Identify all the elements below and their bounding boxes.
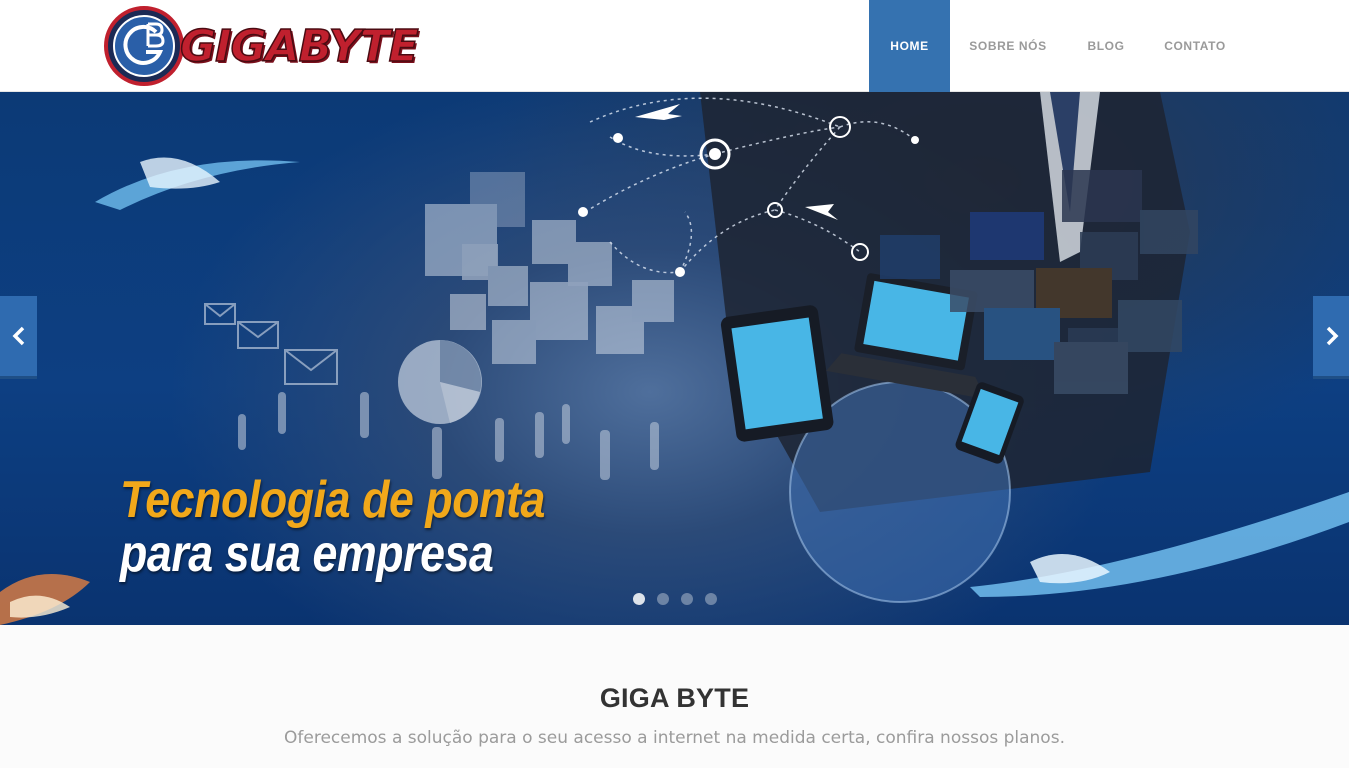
hero-slider: Tecnologia de ponta para sua empresa (0, 92, 1349, 625)
chevron-left-icon (12, 326, 24, 346)
logo-badge-icon: GB (104, 6, 184, 86)
slider-pagination (633, 593, 717, 605)
main-nav: HOME SOBRE NÓS BLOG CONTATO (869, 0, 1244, 92)
hero-tagline-line1: Tecnologia de ponta (120, 471, 545, 529)
hero-tagline-line2: para sua empresa (120, 525, 494, 583)
section-description: Oferecemos a solução para o seu acesso a… (284, 728, 1065, 748)
nav-item-sobre-nos[interactable]: SOBRE NÓS (950, 0, 1066, 92)
site-header: GB GIGABYTE HOME SOBRE NÓS BLOG CONTATO (0, 0, 1349, 92)
slider-dot-4[interactable] (705, 593, 717, 605)
nav-item-home[interactable]: HOME (869, 0, 950, 92)
logo-wordmark: GIGABYTE (179, 20, 419, 73)
slider-prev-button[interactable] (0, 296, 37, 379)
nav-item-contato[interactable]: CONTATO (1146, 0, 1244, 92)
slider-next-button[interactable] (1313, 296, 1349, 379)
slider-dot-3[interactable] (681, 593, 693, 605)
slider-dot-2[interactable] (657, 593, 669, 605)
site-logo[interactable]: GB GIGABYTE (104, 4, 424, 88)
nav-item-blog[interactable]: BLOG (1066, 0, 1146, 92)
chevron-right-icon (1326, 326, 1338, 346)
slider-dot-1[interactable] (633, 593, 645, 605)
section-title: GIGA BYTE (599, 683, 750, 713)
